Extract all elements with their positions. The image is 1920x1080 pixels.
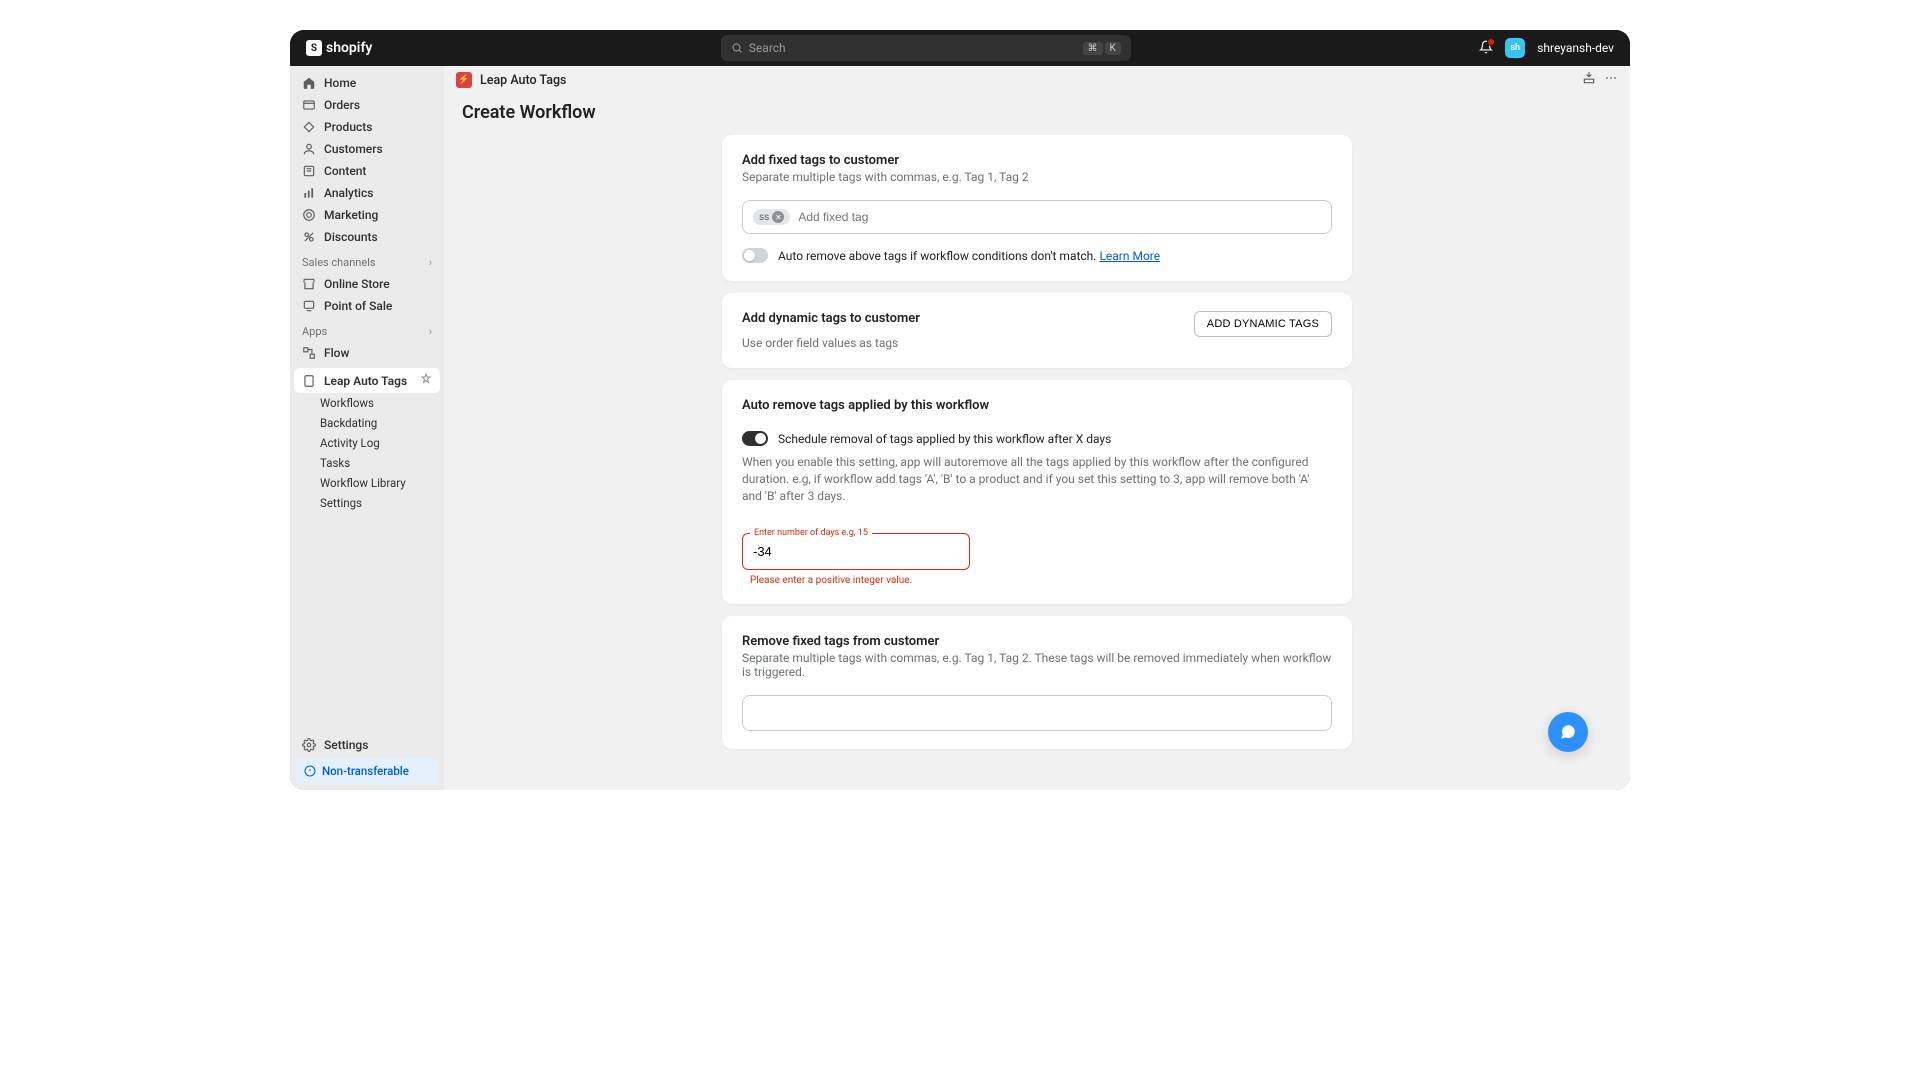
nav-workflows[interactable]: Workflows [290, 393, 444, 413]
remove-tag-icon[interactable]: ✕ [772, 211, 784, 223]
sidebar: Home Orders Products Customers Content A… [290, 66, 444, 790]
info-icon [304, 765, 316, 777]
nav-marketing[interactable]: Marketing [290, 204, 444, 226]
leap-app-icon: ⚡ [456, 72, 472, 88]
home-icon [302, 76, 316, 90]
card-subtitle: Use order field values as tags [742, 336, 920, 350]
search-kbd-hint: ⌘ K [1083, 42, 1121, 55]
more-button[interactable] [1604, 71, 1618, 89]
nav-orders[interactable]: Orders [290, 94, 444, 116]
remove-tags-input[interactable] [742, 695, 1332, 731]
nav-analytics[interactable]: Analytics [290, 182, 444, 204]
notification-dot [1487, 38, 1495, 46]
app-pin-icon [302, 374, 316, 388]
customers-icon [302, 142, 316, 156]
topbar-right: sh shreyansh-dev [1479, 38, 1614, 58]
tag-pill[interactable]: ss✕ [753, 209, 790, 225]
help-chat-button[interactable] [1548, 712, 1588, 752]
days-field-label: Enter number of days e.g, 15 [750, 528, 872, 538]
search-placeholder: Search [749, 41, 786, 55]
orders-icon [302, 98, 316, 112]
notifications-button[interactable] [1479, 40, 1493, 57]
card-remove-fixed: Remove fixed tags from customer Separate… [722, 616, 1352, 749]
auto-remove-toggle[interactable] [742, 248, 768, 263]
user-avatar[interactable]: sh [1505, 38, 1525, 58]
nav-tasks[interactable]: Tasks [290, 453, 444, 473]
pin-icon[interactable] [420, 373, 432, 388]
chevron-right-icon[interactable]: › [429, 256, 432, 269]
card-auto-remove: Auto remove tags applied by this workflo… [722, 380, 1352, 604]
shopify-bag-icon: S [306, 40, 322, 56]
username[interactable]: shreyansh-dev [1537, 41, 1614, 55]
pin-app-button[interactable] [1582, 71, 1596, 89]
nav-flow[interactable]: Flow [290, 342, 444, 364]
card-subtitle: Separate multiple tags with commas, e.g.… [742, 651, 1332, 679]
nav-products[interactable]: Products [290, 116, 444, 138]
nav-leap-auto-tags[interactable]: Leap Auto Tags [294, 368, 440, 393]
search-input[interactable]: Search ⌘ K [721, 35, 1131, 61]
pos-icon [302, 299, 316, 313]
nav-customers[interactable]: Customers [290, 138, 444, 160]
brand-label: shopify [326, 40, 372, 56]
toggle-label: Auto remove above tags if workflow condi… [778, 249, 1160, 263]
search-icon [731, 42, 743, 54]
nav-home[interactable]: Home [290, 72, 444, 94]
nav-pos[interactable]: Point of Sale [290, 295, 444, 317]
card-fixed-tags: Add fixed tags to customer Separate mult… [722, 135, 1352, 281]
auto-remove-desc: When you enable this setting, app will a… [742, 454, 1332, 504]
gear-icon [302, 738, 316, 752]
non-transferable-banner[interactable]: Non-transferable [296, 758, 438, 784]
page-title: Create Workflow [444, 94, 1630, 135]
products-icon [302, 120, 316, 134]
apps-header: Apps› [290, 317, 444, 342]
toggle-label: Schedule removal of tags applied by this… [778, 432, 1111, 446]
card-title: Add fixed tags to customer [742, 153, 1332, 168]
nav-backdating[interactable]: Backdating [290, 413, 444, 433]
add-dynamic-tags-button[interactable]: ADD DYNAMIC TAGS [1194, 311, 1332, 337]
add-fixed-tag-field[interactable] [798, 210, 1321, 224]
nav-workflow-library[interactable]: Workflow Library [290, 473, 444, 493]
content-scroll[interactable]: Add fixed tags to customer Separate mult… [444, 135, 1630, 790]
nav-settings[interactable]: Settings [290, 732, 444, 758]
chat-icon [1559, 723, 1577, 741]
nav-app-settings[interactable]: Settings [290, 493, 444, 513]
app-window: S shopify Search ⌘ K sh shreyansh-dev Ho… [290, 30, 1630, 790]
discounts-icon [302, 230, 316, 244]
store-icon [302, 277, 316, 291]
card-dynamic-tags: Add dynamic tags to customer Use order f… [722, 293, 1352, 368]
nav-content[interactable]: Content [290, 160, 444, 182]
topbar: S shopify Search ⌘ K sh shreyansh-dev [290, 30, 1630, 66]
content-icon [302, 164, 316, 178]
sales-channels-header: Sales channels› [290, 248, 444, 273]
days-input[interactable] [742, 533, 970, 570]
app-header: ⚡ Leap Auto Tags [444, 66, 1630, 94]
analytics-icon [302, 186, 316, 200]
marketing-icon [302, 208, 316, 222]
schedule-removal-toggle[interactable] [742, 431, 768, 446]
validation-error: Please enter a positive integer value. [742, 575, 970, 586]
shopify-logo[interactable]: S shopify [306, 40, 372, 56]
fixed-tags-input[interactable]: ss✕ [742, 200, 1332, 234]
app-body: Home Orders Products Customers Content A… [290, 66, 1630, 790]
main-area: ⚡ Leap Auto Tags Create Workflow Add fix… [444, 66, 1630, 790]
nav-activity-log[interactable]: Activity Log [290, 433, 444, 453]
card-title: Auto remove tags applied by this workflo… [742, 398, 1332, 413]
card-title: Remove fixed tags from customer [742, 634, 1332, 649]
nav-discounts[interactable]: Discounts [290, 226, 444, 248]
card-title: Add dynamic tags to customer [742, 311, 920, 326]
nav-online-store[interactable]: Online Store [290, 273, 444, 295]
card-subtitle: Separate multiple tags with commas, e.g.… [742, 170, 1332, 184]
learn-more-link[interactable]: Learn More [1099, 249, 1160, 263]
chevron-right-icon[interactable]: › [429, 325, 432, 338]
flow-icon [302, 346, 316, 360]
app-name: Leap Auto Tags [480, 73, 566, 88]
